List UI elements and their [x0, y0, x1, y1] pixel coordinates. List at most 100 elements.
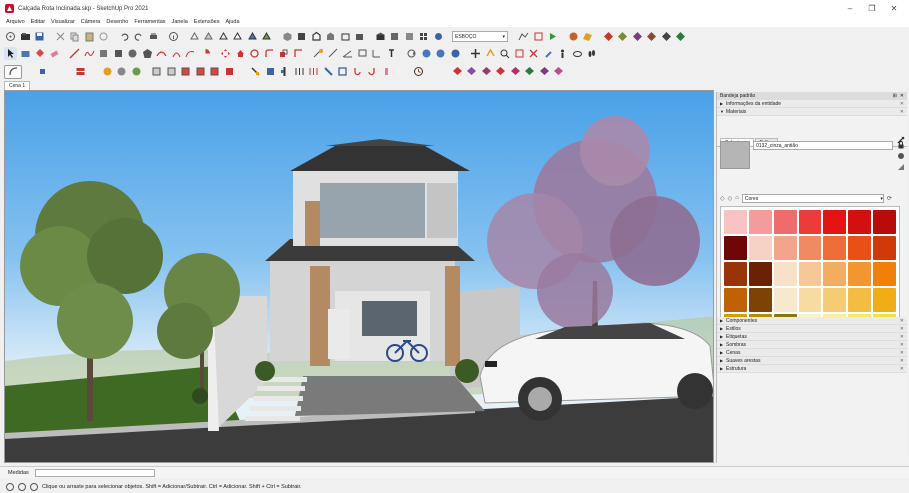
forward-arrow-icon[interactable]: ◇ [728, 195, 733, 202]
orbit-icon[interactable] [405, 47, 418, 60]
eraser-icon[interactable] [48, 47, 61, 60]
panel-close-icon[interactable]: ✕ [900, 109, 907, 115]
color-swatch[interactable] [773, 236, 797, 260]
circle-icon[interactable] [126, 47, 139, 60]
extension-manager-icon[interactable] [417, 30, 430, 43]
rotated-rectangle-icon[interactable] [112, 47, 125, 60]
panel-suaves-arestas[interactable]: ▶ Suaves arestas ✕ [717, 357, 907, 365]
follow-me-icon[interactable] [263, 47, 276, 60]
section-fill-icon[interactable] [513, 47, 526, 60]
panel-estilos[interactable]: ▶ Estilos ✕ [717, 325, 907, 333]
shadow-icon[interactable] [556, 47, 569, 60]
color-swatch[interactable] [724, 288, 747, 312]
color-swatch[interactable] [848, 236, 872, 260]
shaded-style-icon[interactable] [246, 30, 259, 43]
color-swatch[interactable] [773, 288, 797, 312]
color-swatch[interactable] [873, 288, 896, 312]
diagonal-tool-icon[interactable] [322, 65, 335, 78]
move-icon[interactable] [219, 47, 232, 60]
model-viewport[interactable] [4, 90, 714, 463]
panel-cenas[interactable]: ▶ Cenas ✕ [717, 349, 907, 357]
sandbox-grid-icon[interactable] [532, 30, 545, 43]
paste-icon[interactable] [83, 30, 96, 43]
hook-icon[interactable] [351, 65, 364, 78]
align-up-icon[interactable] [249, 65, 262, 78]
paint-bucket-icon[interactable] [33, 47, 46, 60]
color-swatch[interactable] [848, 210, 872, 234]
color-swatch[interactable] [798, 262, 822, 286]
position-camera-icon[interactable] [469, 47, 482, 60]
solid-subtract-icon[interactable] [179, 65, 192, 78]
back-edges-style-icon[interactable] [202, 30, 215, 43]
stack-green-icon[interactable] [523, 65, 536, 78]
panel-close-icon[interactable]: ✕ [900, 334, 907, 340]
protractor-icon[interactable] [341, 47, 354, 60]
distribute-icon[interactable] [293, 65, 306, 78]
polygon-icon[interactable] [141, 47, 154, 60]
color-swatch[interactable] [748, 236, 772, 260]
color-swatch[interactable] [848, 262, 872, 286]
stack-magenta-icon[interactable] [509, 65, 522, 78]
back-view-icon[interactable] [339, 30, 352, 43]
panel-materials[interactable]: ▼ Materiais ✕ [717, 108, 907, 116]
panel-close-icon[interactable]: ✕ [900, 358, 907, 364]
lock-icon[interactable] [897, 141, 905, 149]
stack-red-icon[interactable] [451, 65, 464, 78]
top-view-icon[interactable] [295, 30, 308, 43]
wireframe-style-icon[interactable] [217, 30, 230, 43]
minimize-button[interactable]: – [839, 0, 861, 17]
color-swatch[interactable] [748, 262, 772, 286]
align-blue-icon[interactable] [264, 65, 277, 78]
section-cut-icon[interactable] [527, 47, 540, 60]
tray-pin-icon[interactable]: ⊞ [893, 93, 897, 99]
offset-icon[interactable] [292, 47, 305, 60]
hook-reverse-icon[interactable] [365, 65, 378, 78]
ruby-dark-icon[interactable] [660, 30, 673, 43]
model-info-icon[interactable] [167, 30, 180, 43]
color-swatch[interactable] [748, 288, 772, 312]
color-swatch[interactable] [773, 262, 797, 286]
maximize-button[interactable]: ❐ [861, 0, 883, 17]
menu-desenho[interactable]: Desenho [106, 19, 128, 25]
left-view-icon[interactable] [353, 30, 366, 43]
section-display-icon[interactable] [542, 47, 555, 60]
ruby-blue-icon[interactable] [631, 30, 644, 43]
close-button[interactable]: ✕ [883, 0, 905, 17]
menu-ajuda[interactable]: Ajuda [225, 19, 239, 25]
material-name-field[interactable]: 0132_cinza_antião [753, 141, 893, 150]
fog-icon[interactable] [571, 47, 584, 60]
open-folder-icon[interactable] [19, 30, 32, 43]
play-icon[interactable] [546, 30, 559, 43]
dimension-icon[interactable] [327, 47, 340, 60]
undo-icon[interactable] [118, 30, 131, 43]
color-swatch[interactable] [724, 262, 747, 286]
menu-janela[interactable]: Janela [172, 19, 188, 25]
look-around-icon[interactable] [484, 47, 497, 60]
rectangle-icon[interactable] [97, 47, 110, 60]
library-select[interactable]: Cores ▾ [741, 193, 884, 203]
color-swatch[interactable] [724, 236, 747, 260]
panel-entity-info[interactable]: ▶ Informações da entidade ✕ [717, 100, 907, 108]
ruby-brown-icon[interactable] [645, 30, 658, 43]
walk-icon[interactable] [498, 47, 511, 60]
panel-etiquetas[interactable]: ▶ Etiquetas ✕ [717, 333, 907, 341]
text-icon[interactable] [356, 47, 369, 60]
panel-close-icon[interactable]: ✕ [900, 101, 907, 107]
panel-close-icon[interactable]: ✕ [900, 366, 907, 372]
gear-green-icon[interactable] [130, 65, 143, 78]
menu-arquivo[interactable]: Arquivo [6, 19, 25, 25]
footprint-icon[interactable] [585, 47, 598, 60]
panel-sombras[interactable]: ▶ Sombras ✕ [717, 341, 907, 349]
color-swatch[interactable] [873, 236, 896, 260]
frame-icon[interactable] [336, 65, 349, 78]
menu-extensoes[interactable]: Extensões [194, 19, 220, 25]
paint-brush-icon[interactable] [380, 65, 393, 78]
select-arrow-icon[interactable] [4, 47, 17, 60]
scale-icon[interactable] [277, 47, 290, 60]
color-swatch[interactable] [823, 288, 847, 312]
freehand-icon[interactable] [83, 47, 96, 60]
ruby-green2-icon[interactable] [674, 30, 687, 43]
default-material-icon[interactable] [897, 163, 905, 171]
solid-union-icon[interactable] [150, 65, 163, 78]
panel-close-icon[interactable]: ✕ [900, 350, 907, 356]
